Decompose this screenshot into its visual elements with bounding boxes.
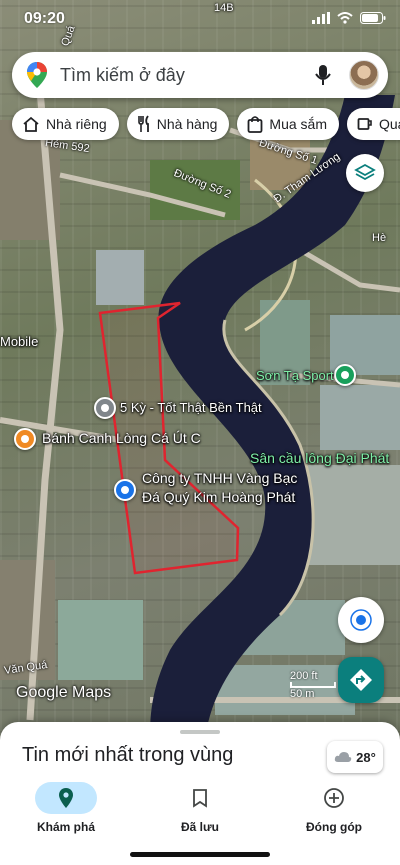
location-pin-icon	[59, 788, 73, 808]
home-indicator[interactable]	[130, 852, 270, 857]
wifi-icon	[337, 12, 353, 24]
status-time: 09:20	[24, 10, 65, 27]
nav-explore[interactable]: Khám phá	[6, 780, 126, 840]
weather-temp: 28°	[356, 749, 376, 765]
directions-icon	[350, 669, 372, 691]
cloud-icon	[334, 752, 352, 762]
warehouse-roof	[58, 600, 143, 680]
layers-button[interactable]	[346, 154, 384, 192]
warehouse-roof	[96, 250, 144, 305]
warehouse-roof	[308, 465, 400, 565]
place-label-banh-canh[interactable]: Bánh Canh Lòng Cá Út C	[42, 430, 201, 446]
nav-saved-label: Đã lưu	[180, 820, 220, 834]
chip-nha-hang[interactable]: Nhà hàng	[126, 108, 230, 140]
nav-contribute[interactable]: Đóng góp	[274, 780, 394, 840]
sheet-drag-handle[interactable]	[180, 730, 220, 734]
my-location-button[interactable]	[338, 597, 384, 643]
nav-explore-pill	[35, 782, 97, 814]
status-icons	[312, 12, 386, 24]
place-label-cong-ty-line2[interactable]: Đá Quý Kim Hoàng Phát	[142, 489, 295, 505]
coffee-icon	[357, 118, 372, 130]
microphone-icon[interactable]	[315, 64, 331, 86]
nav-contribute-label: Đóng góp	[306, 820, 362, 834]
place-label-ky-tot[interactable]: 5 Kỳ - Tốt Thật Bền Thật	[120, 400, 262, 415]
sports-pin-icon[interactable]	[334, 364, 356, 386]
chip-label: Mua sắm	[269, 116, 327, 132]
battery-icon	[360, 12, 386, 24]
restaurant-icon	[137, 115, 149, 132]
bookmark-icon	[193, 789, 207, 808]
road	[298, 247, 400, 293]
home-icon	[23, 116, 39, 132]
nav-explore-label: Khám phá	[36, 820, 95, 834]
nav-contribute-pill	[303, 782, 365, 814]
layers-icon	[354, 163, 376, 181]
scale-ft: 200 ft	[290, 670, 318, 682]
chip-label: Nhà riêng	[46, 116, 107, 132]
chip-mua-sam[interactable]: Mua sắm	[237, 108, 339, 140]
map-scale: 200 ft 50 m	[290, 670, 336, 700]
place-label-mobile[interactable]: Mobile	[0, 334, 38, 349]
street-label: Hè	[372, 232, 387, 244]
nav-saved[interactable]: Đã lưu	[140, 780, 260, 840]
chip-quan-ca-phe[interactable]: Quá	[347, 108, 400, 140]
search-bar[interactable]: Tìm kiếm ở đây	[12, 52, 388, 98]
chip-label: Nhà hàng	[156, 116, 218, 132]
place-label-cong-ty-line1[interactable]: Công ty TNHH Vàng Bạc	[142, 470, 297, 486]
chip-nha-rieng[interactable]: Nhà riêng	[12, 108, 119, 140]
place-label-son-ta[interactable]: Sơn Tạ Sport	[256, 368, 334, 383]
street-label: 14B	[214, 2, 234, 14]
scale-m: 50 m	[290, 688, 315, 700]
directions-button[interactable]	[338, 657, 384, 703]
sheet-title: Tin mới nhất trong vùng	[22, 744, 234, 766]
google-maps-logo: Google Maps	[16, 684, 112, 701]
google-maps-pin-icon	[27, 62, 47, 88]
chip-label: Quá	[379, 116, 400, 132]
signal-icon	[312, 12, 330, 24]
search-input[interactable]: Tìm kiếm ở đây	[60, 65, 315, 86]
shopping-bag-icon	[248, 116, 263, 133]
weather-chip[interactable]: 28°	[327, 741, 383, 773]
restaurant-pin-icon[interactable]	[14, 428, 36, 450]
shop-pin-icon[interactable]	[114, 479, 136, 501]
place-label-san-cau-long[interactable]: Sân cầu lông Đại Phát	[250, 450, 389, 466]
nav-saved-pill	[169, 782, 231, 814]
warehouse-roof	[320, 385, 400, 450]
avatar[interactable]	[349, 60, 379, 90]
category-chips: Nhà riêng Nhà hàng Mua sắm Quá	[12, 108, 400, 140]
store-pin-icon[interactable]	[94, 397, 116, 419]
my-location-icon	[350, 609, 372, 631]
add-circle-icon	[324, 788, 344, 808]
